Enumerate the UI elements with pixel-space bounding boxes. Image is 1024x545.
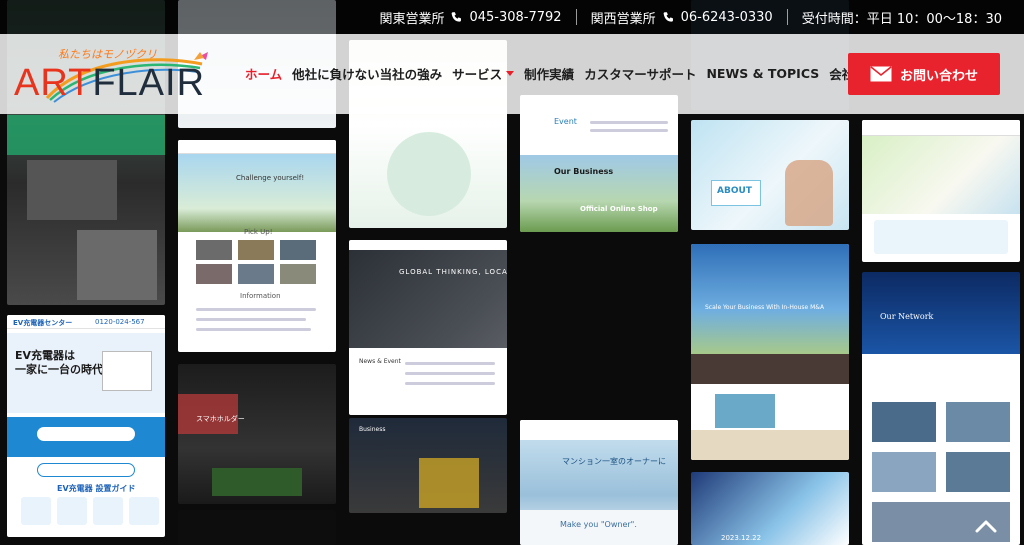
thumb-global[interactable]: GLOBAL THINKING, LOCAL TOUCH News & Even… <box>349 240 507 415</box>
thumb-ev-charger[interactable]: EV充電器センター 0120-024-567 EV充電器は 一家に一台の時代へ … <box>7 315 165 537</box>
thumb-network[interactable]: Our Network <box>862 272 1020 545</box>
nav-home-label: ホーム <box>245 67 283 82</box>
kanto-phone[interactable]: 045-308-7792 <box>469 10 561 25</box>
business-hours-text: 受付時間：平日 10：00〜18：30 <box>801 11 1002 27</box>
kanto-office: 関東営業所 045-308-7792 <box>365 8 575 27</box>
contact-button-label: お問い合わせ <box>899 68 978 84</box>
nav-strengths[interactable]: 他社に負けない当社の強み <box>287 64 447 83</box>
about-label: ABOUT <box>717 186 752 196</box>
thumb-dark-bottom[interactable] <box>178 510 336 545</box>
thumb-city[interactable]: Scale Your Business With In-House M&A <box>691 244 849 460</box>
nav-news[interactable]: NEWS & TOPICS <box>701 64 824 83</box>
event-label: Event <box>554 117 577 126</box>
mansion-label: マンション一室のオーナーに <box>562 457 666 466</box>
business-hours: 受付時間：平日 10：00〜18：30 <box>788 8 1016 27</box>
thumb-challenge[interactable]: Challenge yourself! Pick Up! Information <box>178 140 336 352</box>
news-event-label: News & Event <box>359 358 401 365</box>
logo-art: ART <box>14 62 93 104</box>
thumb-about-cat[interactable]: ABOUT <box>691 120 849 230</box>
information-label: Information <box>240 292 281 300</box>
thumb-business[interactable]: Business <box>349 418 507 513</box>
mail-icon <box>870 66 892 82</box>
logo-tagline: 私たちはモノヅクリ <box>58 48 157 61</box>
smartphone-label: スマホホルダー <box>196 415 245 423</box>
kansai-office-label: 関西営業所 <box>590 11 656 27</box>
phone-icon <box>452 11 462 22</box>
nav-works[interactable]: 制作実績 <box>519 64 579 83</box>
logo-wordmark: ARTFLAIR <box>14 62 205 105</box>
scroll-to-top-button[interactable] <box>966 510 1006 542</box>
kansai-phone[interactable]: 06-6243-0330 <box>681 10 773 25</box>
site-header: 私たちはモノヅクリ ARTFLAIR ホーム 他社に負けない当社の強み サービス… <box>0 34 1024 114</box>
challenge-label: Challenge yourself! <box>236 174 305 182</box>
thumb-mansion[interactable]: マンション一室のオーナーに Make you "Owner". <box>520 420 678 545</box>
business-label: Business <box>359 426 386 433</box>
chevron-down-icon <box>506 71 515 76</box>
scale-label: Scale Your Business With In-House M&A <box>705 304 825 311</box>
our-business-label: Our Business <box>554 167 614 176</box>
ev-title: EV充電器は 一家に一台の時代へ <box>15 349 114 376</box>
kansai-office: 関西営業所 06-6243-0330 <box>577 8 787 27</box>
nav-strengths-label: 他社に負けない当社の強み <box>292 67 443 82</box>
nav-news-label: NEWS & TOPICS <box>706 66 820 81</box>
thumb-smartphone-holder[interactable]: スマホホルダー <box>178 364 336 504</box>
thumb-family[interactable] <box>862 120 1020 262</box>
thumb-anime[interactable]: 2023.12.22 <box>691 472 849 545</box>
page: EV充電器センター 0120-024-567 EV充電器は 一家に一台の時代へ … <box>0 0 1024 545</box>
chevron-up-icon <box>975 520 997 533</box>
main-navigation: ホーム 他社に負けない当社の強み サービス 制作実績 カスタマーサポート NEW… <box>240 64 884 83</box>
nav-works-label: 制作実績 <box>524 67 575 82</box>
ev-guide-label: EV充電器 設置ガイド <box>57 484 136 493</box>
phone-icon <box>663 11 673 22</box>
nav-support[interactable]: カスタマーサポート <box>579 64 701 83</box>
ev-center-label: EV充電器センター <box>13 319 73 327</box>
nav-support-label: カスタマーサポート <box>584 67 697 82</box>
nav-services[interactable]: サービス <box>447 64 519 83</box>
artflair-logo[interactable]: 私たちはモノヅクリ ARTFLAIR <box>14 46 208 110</box>
global-label: GLOBAL THINKING, LOCAL TOUCH <box>399 268 507 276</box>
logo-flair: FLAIR <box>92 62 206 104</box>
kanto-office-label: 関東営業所 <box>379 11 445 27</box>
top-info-bar: 関東営業所 045-308-7792 関西営業所 06-6243-0330 受付… <box>0 0 1024 34</box>
official-shop-label: Official Online Shop <box>580 205 658 213</box>
pickup-label: Pick Up! <box>244 228 273 236</box>
nav-services-label: サービス <box>452 67 503 82</box>
make-you-label: Make you "Owner". <box>560 520 637 529</box>
contact-button[interactable]: お問い合わせ <box>848 53 1000 95</box>
nav-home[interactable]: ホーム <box>240 64 287 83</box>
ev-phone-label: 0120-024-567 <box>95 318 145 326</box>
date-label: 2023.12.22 <box>721 534 762 542</box>
thumb-event-site[interactable]: Event Our Business Official Online Shop <box>520 95 678 232</box>
network-label: Our Network <box>880 312 934 321</box>
